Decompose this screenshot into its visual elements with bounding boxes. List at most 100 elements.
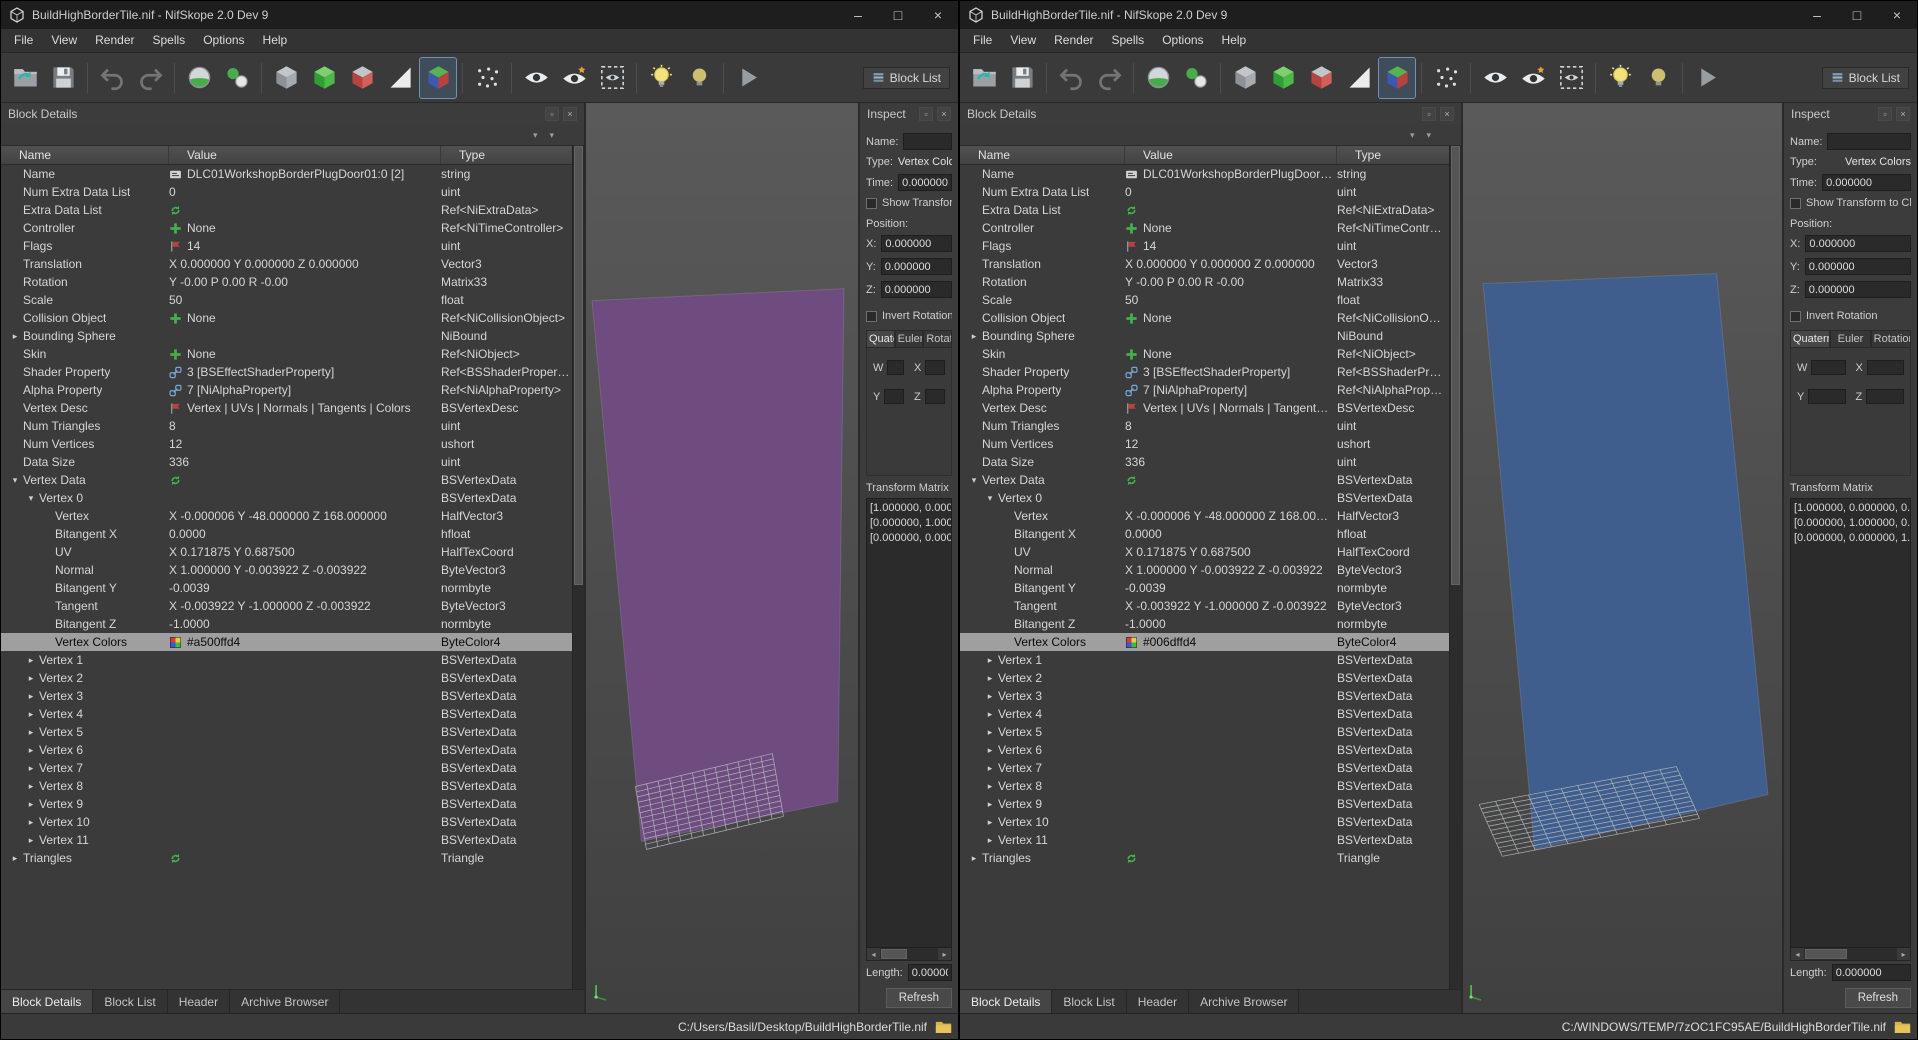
refresh-button[interactable]: Refresh (1845, 988, 1911, 1008)
scrollbar-thumb[interactable] (1451, 146, 1460, 585)
show-axes-icon[interactable] (268, 58, 304, 98)
expand-icon[interactable]: ▸ (966, 853, 982, 864)
show-textures-icon[interactable] (1379, 58, 1415, 98)
collapse-icon[interactable]: ▾ (7, 475, 23, 486)
expand-icon[interactable]: ▸ (23, 655, 39, 666)
table-row-bitangent-y[interactable]: Bitangent Y-0.0039normbyte (1, 579, 572, 597)
menu-help[interactable]: Help (1213, 29, 1256, 52)
menu-options[interactable]: Options (194, 29, 253, 52)
show-hidden-icon[interactable] (344, 58, 380, 98)
collapse-icon[interactable]: ▾ (966, 475, 982, 486)
table-row-collision-object[interactable]: Collision ObjectNoneRef<NiCollisionObjec… (960, 309, 1449, 327)
expand-icon[interactable]: ▸ (23, 727, 39, 738)
close-panel-icon[interactable]: × (1440, 107, 1454, 121)
table-row-vertex-10[interactable]: ▸Vertex 10BSVertexData (960, 813, 1449, 831)
table-row-vertex[interactable]: VertexX -0.000006 Y -48.000000 Z 168.000… (960, 507, 1449, 525)
table-row-translation[interactable]: TranslationX 0.000000 Y 0.000000 Z 0.000… (960, 255, 1449, 273)
table-row-scale[interactable]: Scale50float (1, 291, 572, 309)
show-hidden-icon[interactable] (1303, 58, 1339, 98)
open-file-icon[interactable] (7, 58, 43, 98)
table-row-vertex-desc[interactable]: Vertex DescVertex | UVs | Normals | Tang… (1, 399, 572, 417)
titlebar[interactable]: BuildHighBorderTile.nif - NifSkope 2.0 D… (960, 1, 1917, 29)
expand-icon[interactable]: ▸ (982, 691, 998, 702)
refresh-button[interactable]: Refresh (886, 988, 952, 1008)
table-row-num-extra-data-list[interactable]: Num Extra Data List0uint (960, 183, 1449, 201)
undo-icon[interactable] (94, 58, 130, 98)
rotation-tab-euler[interactable]: Euler (1830, 330, 1870, 348)
table-row-triangles[interactable]: ▸TrianglesTriangle (1, 849, 572, 867)
rotation-tab-quaternion[interactable]: Quaternion (1790, 330, 1830, 348)
table-row-uv[interactable]: UVX 0.171875 Y 0.687500HalfTexCoord (960, 543, 1449, 561)
tab-archive-browser[interactable]: Archive Browser (230, 990, 340, 1013)
table-row-skin[interactable]: SkinNoneRef<NiObject> (960, 345, 1449, 363)
expand-icon[interactable]: ▸ (23, 745, 39, 756)
lighting-icon[interactable] (643, 58, 679, 98)
table-row-num-triangles[interactable]: Num Triangles8uint (1, 417, 572, 435)
silhouette-icon[interactable] (382, 58, 418, 98)
table-row-data-size[interactable]: Data Size336uint (1, 453, 572, 471)
redo-icon[interactable] (132, 58, 168, 98)
column-header-name[interactable]: Name (1, 146, 169, 164)
table-row-controller[interactable]: ControllerNoneRef<NiTimeController> (960, 219, 1449, 237)
close-panel-icon[interactable]: × (563, 107, 577, 121)
table-row-tangent[interactable]: TangentX -0.003922 Y -1.000000 Z -0.0039… (1, 597, 572, 615)
table-row-collision-object[interactable]: Collision ObjectNoneRef<NiCollisionObjec… (1, 309, 572, 327)
expand-icon[interactable]: ▸ (982, 673, 998, 684)
position-y-input[interactable] (881, 258, 952, 275)
table-row-shader-property[interactable]: Shader Property3 [BSEffectShaderProperty… (1, 363, 572, 381)
menu-file[interactable]: File (964, 29, 1001, 52)
collapse-icon[interactable]: ▾ (982, 493, 998, 504)
length-input[interactable] (908, 964, 952, 981)
tab-archive-browser[interactable]: Archive Browser (1189, 990, 1299, 1013)
table-row-vertex-data[interactable]: ▾Vertex DataBSVertexData (960, 471, 1449, 489)
rotation-tab-quaternion[interactable]: Quaternion (866, 330, 895, 348)
table-row-vertex-6[interactable]: ▸Vertex 6BSVertexData (1, 741, 572, 759)
play-animation-icon[interactable] (1689, 58, 1725, 98)
position-z-input[interactable] (881, 281, 952, 298)
table-row-vertex-11[interactable]: ▸Vertex 11BSVertexData (960, 831, 1449, 849)
table-row-vertex-2[interactable]: ▸Vertex 2BSVertexData (1, 669, 572, 687)
inspect-name-input[interactable] (903, 133, 952, 150)
sanitize-icon[interactable] (181, 58, 217, 98)
tab-header[interactable]: Header (168, 990, 230, 1013)
scroll-left-icon[interactable]: ◂ (1791, 948, 1804, 960)
collapse-icon[interactable]: ▾ (23, 493, 39, 504)
table-row-name[interactable]: NameDLC01WorkshopBorderPlugDoor01:0 [2]s… (960, 165, 1449, 183)
table-row-vertex[interactable]: VertexX -0.000006 Y -48.000000 Z 168.000… (1, 507, 572, 525)
table-row-bitangent-x[interactable]: Bitangent X0.0000hfloat (1, 525, 572, 543)
invert-rotation-checkbox[interactable] (1790, 311, 1801, 322)
inspect-panel-title[interactable]: Inspect ▫ × (860, 103, 958, 125)
table-row-flags[interactable]: Flags14uint (960, 237, 1449, 255)
tab-block-details[interactable]: Block Details (960, 990, 1052, 1013)
selection-box-icon[interactable] (1553, 58, 1589, 98)
table-row-vertex-2[interactable]: ▸Vertex 2BSVertexData (960, 669, 1449, 687)
frontal-light-icon[interactable] (681, 58, 717, 98)
tab-block-details[interactable]: Block Details (1, 990, 93, 1013)
show-nodes-icon[interactable] (306, 58, 342, 98)
expand-icon[interactable]: ▸ (23, 709, 39, 720)
expand-icon[interactable]: ▸ (982, 745, 998, 756)
inspect-name-input[interactable] (1827, 133, 1911, 150)
column-header-name[interactable]: Name (960, 146, 1125, 164)
show-markers-icon[interactable] (1477, 58, 1513, 98)
table-row-bitangent-y[interactable]: Bitangent Y-0.0039normbyte (960, 579, 1449, 597)
table-row-vertex-7[interactable]: ▸Vertex 7BSVertexData (1, 759, 572, 777)
tab-block-list[interactable]: Block List (93, 990, 167, 1013)
quat-input-z[interactable] (925, 389, 945, 404)
save-file-icon[interactable] (1004, 58, 1040, 98)
expand-icon[interactable]: ▸ (23, 691, 39, 702)
invert-rotation-checkbox[interactable] (866, 311, 877, 322)
table-row-normal[interactable]: NormalX 1.000000 Y -0.003922 Z -0.003922… (960, 561, 1449, 579)
table-row-vertex-8[interactable]: ▸Vertex 8BSVertexData (960, 777, 1449, 795)
block-list-button[interactable]: Block List (1822, 67, 1909, 89)
mesh-shape[interactable] (1483, 274, 1768, 850)
transform-matrix-box[interactable]: [1.000000, 0.000000, 0.000000][0.000000,… (866, 498, 952, 948)
table-row-skin[interactable]: SkinNoneRef<NiObject> (1, 345, 572, 363)
viewport-canvas[interactable] (1463, 103, 1782, 1013)
show-transform-checkbox[interactable] (866, 198, 877, 209)
titlebar[interactable]: BuildHighBorderTile.nif - NifSkope 2.0 D… (1, 1, 958, 29)
chevron-down-icon[interactable]: ▾ (1410, 130, 1415, 141)
inspect-time-input[interactable] (1822, 174, 1911, 191)
expand-icon[interactable]: ▸ (982, 763, 998, 774)
chevron-down-icon[interactable]: ▾ (1426, 130, 1431, 141)
